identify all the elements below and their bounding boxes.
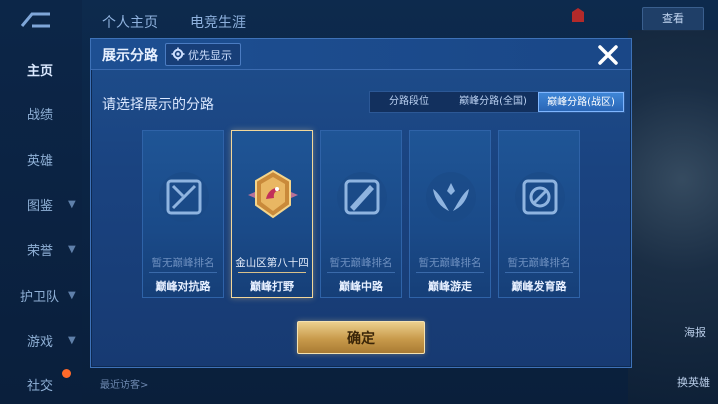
change-hero-label[interactable]: 换英雄 (677, 374, 710, 390)
chevron-down-icon: ▼ (68, 290, 76, 301)
sidebar-item-records[interactable]: 战绩 (0, 102, 82, 124)
sidebar-item-heroes[interactable]: 英雄 (0, 148, 82, 170)
view-button[interactable]: 查看 (642, 7, 704, 31)
tab-peak-lane-national[interactable]: 巅峰分路(全国) (448, 92, 538, 112)
app-logo-icon (20, 12, 50, 28)
tab-lane-rank[interactable]: 分路段位 (370, 92, 448, 112)
lane-name: 巅峰发育路 (511, 280, 567, 293)
sidebar-item-codex[interactable]: 图鉴 ▼ (0, 193, 82, 215)
sword-shield-icon (159, 172, 209, 222)
sidebar: 主页 战绩 英雄 图鉴 ▼ 荣誉 ▼ 护卫队 ▼ 游戏 ▼ 社交 (0, 0, 82, 404)
recent-visitors-link[interactable]: 最近访客> (100, 376, 148, 391)
sidebar-item-guard[interactable]: 护卫队 ▼ (0, 284, 82, 306)
lane-rank-text: 暂无巅峰排名 (418, 257, 482, 269)
lane-rank-text: 暂无巅峰排名 (151, 257, 215, 269)
select-lane-prompt: 请选择展示的分路 (102, 97, 214, 113)
sidebar-item-honor[interactable]: 荣誉 ▼ (0, 238, 82, 260)
card-divider (505, 272, 573, 273)
gear-icon (171, 47, 185, 61)
lane-card-jungle[interactable]: 金山区第八十四 巅峰打野 (231, 130, 313, 298)
lane-card-mid[interactable]: 暂无巅峰排名 巅峰中路 (320, 130, 402, 298)
mid-lane-icon (337, 172, 387, 222)
tab-peak-lane-region[interactable]: 巅峰分路(战区) (538, 92, 624, 112)
modal-header: 展示分路 优先显示 (91, 39, 631, 70)
close-icon[interactable] (595, 43, 621, 67)
lane-card-roam[interactable]: 暂无巅峰排名 巅峰游走 (409, 130, 491, 298)
chevron-down-icon: ▼ (68, 335, 76, 346)
lane-name: 巅峰打野 (250, 280, 294, 293)
lane-name: 巅峰对抗路 (155, 280, 211, 293)
lane-rank-text: 暂无巅峰排名 (329, 257, 393, 269)
sidebar-item-home[interactable]: 主页 (0, 58, 82, 80)
lane-display-modal: 展示分路 优先显示 请选择展示的分路 分路段位 巅峰分路(全国) 巅峰分路(战区… (90, 38, 632, 368)
lane-name: 巅峰游走 (428, 280, 472, 293)
priority-display-button[interactable]: 优先显示 (165, 43, 241, 66)
card-divider (238, 272, 306, 273)
jungle-badge-icon (248, 169, 298, 219)
wings-icon (426, 172, 476, 222)
confirm-button[interactable]: 确定 (297, 321, 425, 354)
poster-label[interactable]: 海报 (684, 324, 706, 340)
sidebar-item-social[interactable]: 社交 (0, 369, 82, 395)
card-divider (416, 272, 484, 273)
background-scenery (628, 30, 718, 404)
lane-type-tabs: 分路段位 巅峰分路(全国) 巅峰分路(战区) (369, 91, 625, 113)
notification-badge (62, 369, 71, 378)
card-divider (149, 272, 217, 273)
sidebar-item-games[interactable]: 游戏 ▼ (0, 329, 82, 351)
lane-rank-text: 金山区第八十四 (235, 257, 309, 269)
lane-card-top[interactable]: 暂无巅峰排名 巅峰对抗路 (142, 130, 224, 298)
tab-esports-career[interactable]: 电竞生涯 (190, 12, 246, 32)
tab-personal-home[interactable]: 个人主页 (102, 12, 158, 32)
card-divider (327, 272, 395, 273)
chevron-down-icon: ▼ (68, 199, 76, 210)
lane-card-farm[interactable]: 暂无巅峰排名 巅峰发育路 (498, 130, 580, 298)
circle-slash-icon (515, 172, 565, 222)
lane-rank-text: 暂无巅峰排名 (507, 257, 571, 269)
lane-name: 巅峰中路 (339, 280, 383, 293)
mailbox-icon[interactable] (570, 6, 586, 24)
chevron-down-icon: ▼ (68, 244, 76, 255)
modal-title: 展示分路 (102, 48, 158, 64)
